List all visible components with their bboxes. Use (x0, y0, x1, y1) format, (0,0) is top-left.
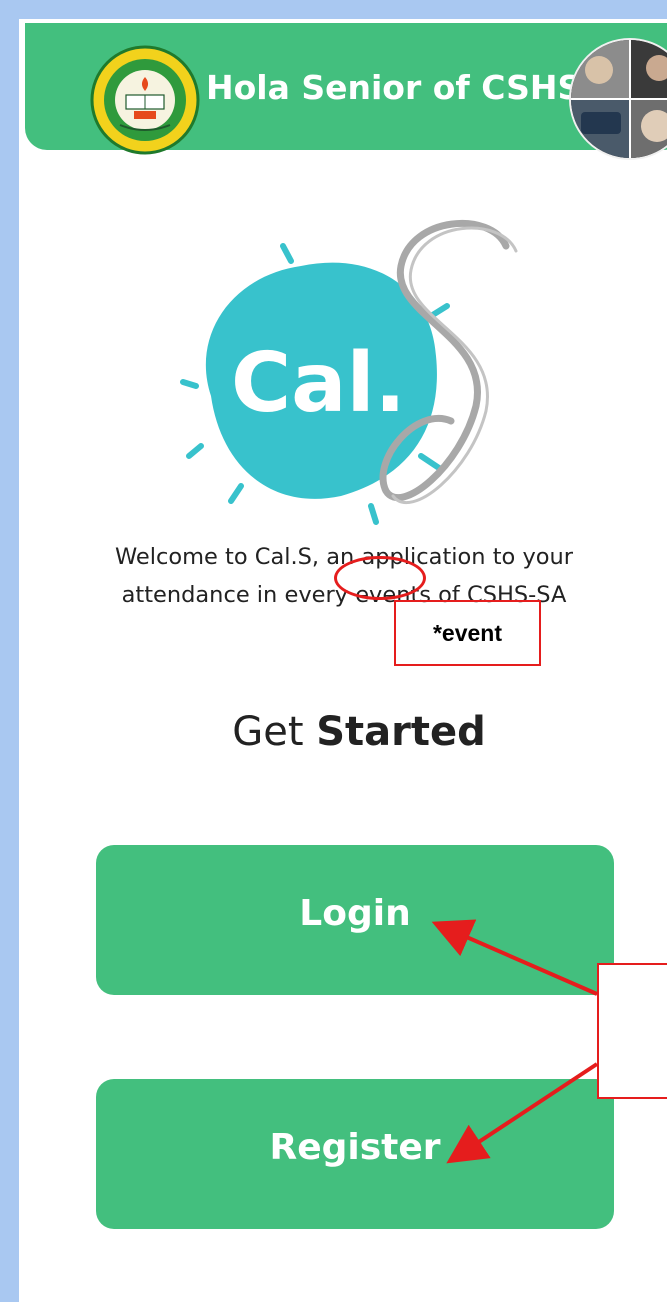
login-button[interactable]: Login (96, 845, 614, 995)
top-frame (0, 0, 667, 19)
app-logo-text: Cal. (231, 336, 406, 431)
profile-photo-icon (571, 40, 667, 158)
app-logo: Cal. (180, 219, 518, 525)
get-started-bold: Started (316, 709, 486, 755)
login-button-label: Login (299, 893, 411, 934)
correction-note: *event (394, 600, 541, 666)
get-started-heading: Get Started (119, 709, 599, 755)
school-seal-icon (90, 45, 200, 155)
register-button[interactable]: Register (96, 1079, 614, 1229)
left-frame (0, 0, 19, 1302)
register-button-label: Register (269, 1127, 441, 1168)
app-screen: Hola Senior of CSHS-SA Cal. Welcome to C… (19, 19, 667, 1302)
annotation-circle (334, 556, 426, 600)
annotation-callout (597, 963, 667, 1099)
get-started-light: Get (232, 709, 317, 755)
